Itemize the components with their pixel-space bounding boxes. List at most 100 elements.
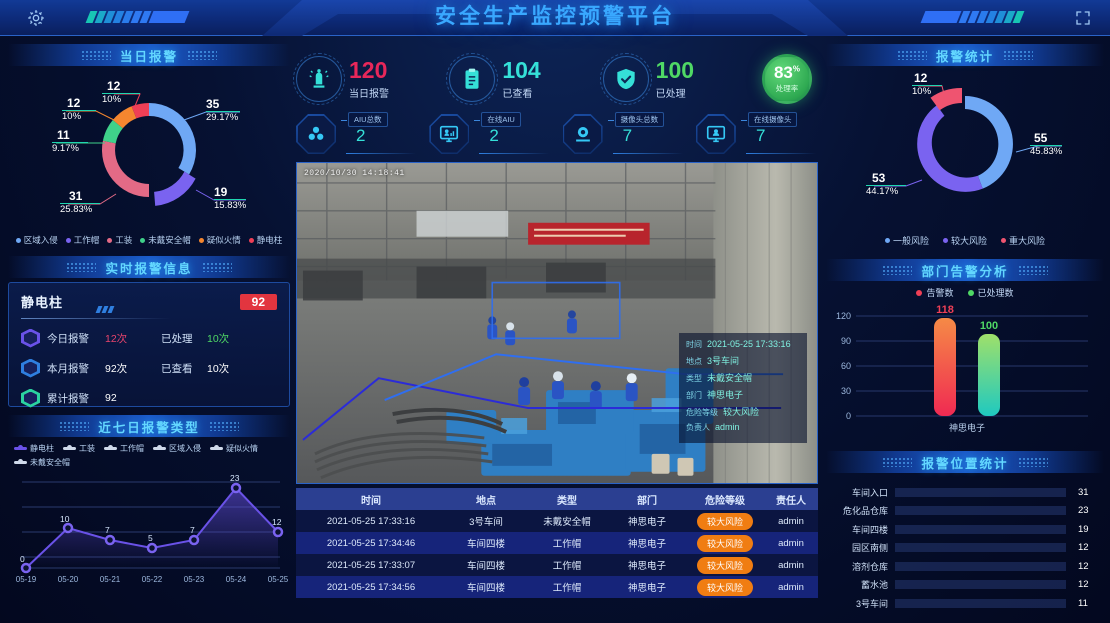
svg-text:12: 12 (107, 79, 121, 93)
device-card-body: AIU总数 2 (336, 112, 418, 156)
device-value: 2 (489, 126, 499, 145)
cell-owner: admin (778, 515, 804, 527)
underline-decoration (346, 152, 416, 154)
location-value: 19 (1078, 523, 1089, 535)
legend-item: 静电柱 (248, 234, 283, 246)
kpi-row: 120 当日报警 104 已查看 100 已处理 83% 处理率 (293, 48, 818, 110)
overlay-row: 类型 未戴安全帽 (686, 371, 800, 384)
legend-item[interactable]: 区域入侵 (153, 443, 201, 454)
realtime-card-header: 静电柱 92 (21, 292, 277, 311)
svg-text:12: 12 (914, 71, 928, 85)
svg-text:神思电子: 神思电子 (949, 422, 985, 433)
kpi-label: 已处理 (655, 88, 686, 100)
table-row[interactable]: 2021-05-25 17:34:46 车间四楼 工作帽 神思电子 较大风险 a… (296, 532, 818, 554)
legend-item[interactable]: 告警数 (916, 286, 954, 299)
dots-decoration-right (1017, 457, 1048, 467)
legend-item[interactable]: 工作帽 (104, 443, 144, 454)
overlay-row: 负责人 admin (686, 422, 800, 433)
kpi-card-handled[interactable]: 100 已处理 (599, 53, 725, 105)
legend-label: 重大风险 (1009, 236, 1046, 246)
center-column: 120 当日报警 104 已查看 100 已处理 83% 处理率 AIU总数 2… (293, 48, 818, 598)
svg-text:10%: 10% (102, 94, 122, 105)
svg-text:44.17%: 44.17% (866, 186, 899, 197)
location-row: 危化品仓库 23 (830, 502, 1098, 521)
cell-location: 车间四楼 (466, 561, 505, 572)
kpi-card-viewed[interactable]: 104 已查看 (446, 53, 571, 105)
svg-text:05-19: 05-19 (16, 575, 37, 584)
legend-item[interactable]: 疑似火情 (210, 443, 258, 454)
gauge-value: 83% (773, 63, 800, 82)
svg-text:12: 12 (272, 517, 282, 527)
panel-header-daily-alarm: 当日报警 (8, 44, 290, 66)
table-row[interactable]: 2021-05-25 17:34:56 车间四楼 工作帽 神思电子 较大风险 a… (296, 576, 818, 598)
table-row[interactable]: 2021-05-25 17:33:07 车间四楼 工作帽 神思电子 较大风险 a… (296, 554, 818, 576)
sum-hex-icon (21, 388, 40, 408)
svg-text:05-25: 05-25 (268, 575, 289, 584)
legend-label: 未戴安全帽 (30, 458, 70, 467)
svg-text:30: 30 (841, 386, 851, 396)
legend-label: 静电柱 (256, 235, 283, 245)
cell-type: 工作帽 (552, 583, 582, 594)
location-track (895, 561, 1066, 571)
row-value: 92次 (105, 362, 128, 375)
location-label: 危化品仓库 (842, 506, 888, 517)
svg-text:7: 7 (190, 525, 195, 535)
overlay-key: 危险等级 (686, 408, 718, 417)
svg-text:10%: 10% (62, 111, 82, 122)
cell-type: 未戴安全帽 (543, 517, 591, 528)
device-card-body: 在线AIU 2 (469, 112, 551, 156)
panel-header-dept-analysis: 部门告警分析 (826, 259, 1104, 281)
alarm-detail-overlay: 时间 2021-05-25 17:33:16 地点 3号车间 类型 未戴安全帽 部门神… (679, 333, 807, 443)
panel-header-realtime-info: 实时报警信息 (8, 256, 290, 278)
legend-label: 工作帽 (73, 235, 100, 245)
cell-time: 2021-05-25 17:34:56 (326, 581, 416, 593)
legend-label: 告警数 (926, 288, 954, 298)
cell-owner: admin (778, 581, 804, 593)
cell-location: 3号车间 (469, 517, 503, 528)
daily-alarm-legend: 区域入侵 工作帽 工装 未戴安全帽 疑似火情 静电柱 (8, 228, 290, 248)
legend-label: 较大风险 (950, 236, 987, 246)
expand-icon[interactable] (1074, 9, 1092, 27)
cell-time: 2021-05-25 17:33:16 (326, 515, 416, 527)
table-header-row: 时间 地点 类型 部门 危险等级 责任人 (296, 488, 818, 510)
legend-label: 工装 (115, 235, 133, 245)
svg-text:25.83%: 25.83% (60, 204, 93, 215)
grid-hex-icon (21, 358, 40, 378)
location-label: 车间入口 (851, 487, 888, 498)
kpi-card-handle-rate[interactable]: 83% 处理率 (756, 54, 818, 104)
legend-label: 未戴安全帽 (148, 235, 191, 245)
kpi-ring (446, 53, 499, 105)
legend-item: 重大风险 (1001, 234, 1045, 247)
kpi-card-daily-alarm[interactable]: 120 当日报警 (293, 53, 418, 105)
panel-title-text: 实时报警信息 (105, 261, 193, 276)
seven-day-legend: 静电柱 工装 工作帽 区域入侵 疑似火情 未戴安全帽 (8, 439, 290, 470)
dept-analysis-bar-chart: 120 90 60 30 0 118 100 神思电子 (826, 300, 1104, 445)
legend-item[interactable]: 已处理数 (967, 286, 1014, 299)
svg-text:29.17%: 29.17% (206, 112, 239, 123)
legend-item[interactable]: 工装 (63, 443, 95, 454)
device-card-aiu-online[interactable]: 在线AIU 2 (429, 112, 551, 156)
overlay-row: 部门 神思电子 (686, 388, 800, 401)
row-value-secondary: 10次 (207, 362, 230, 375)
legend-item: 未戴安全帽 (140, 234, 191, 246)
col-header-time: 时间 (296, 488, 446, 510)
kpi-label: 当日报警 (349, 88, 389, 100)
location-stats-list: 车间入口 31 危化品仓库 23 车间四楼 19 园区南侧 12 溶剂仓库 12… (826, 475, 1104, 613)
camera-icon (562, 114, 603, 154)
cell-dept: 神思电子 (627, 561, 666, 572)
table-row[interactable]: 2021-05-25 17:33:16 3号车间 未戴安全帽 神思电子 较大风险… (296, 510, 818, 532)
video-feed[interactable]: 2020/10/30 14:18:41 时间 2021-05-25 17:33:1… (296, 162, 818, 484)
overlay-key: 部门 (686, 391, 702, 400)
row-value: 12次 (105, 332, 128, 345)
svg-text:60: 60 (841, 361, 851, 371)
svg-text:35: 35 (206, 97, 220, 111)
daily-alarm-donut-chart: 35 29.17% 19 15.83% 31 25.83% 11 9.17% 1… (8, 68, 290, 228)
device-card-camera-online[interactable]: 在线摄像头 7 (695, 112, 818, 156)
legend-item[interactable]: 静电柱 (14, 443, 54, 454)
legend-label: 疑似火情 (206, 235, 241, 245)
panel-header-location-stats: 报警位置统计 (826, 451, 1104, 473)
device-card-aiu-total[interactable]: AIU总数 2 (296, 112, 418, 156)
legend-item[interactable]: 未戴安全帽 (14, 457, 70, 468)
device-card-camera-total[interactable]: 摄像头总数 7 (562, 112, 685, 156)
svg-text:23: 23 (230, 473, 240, 483)
